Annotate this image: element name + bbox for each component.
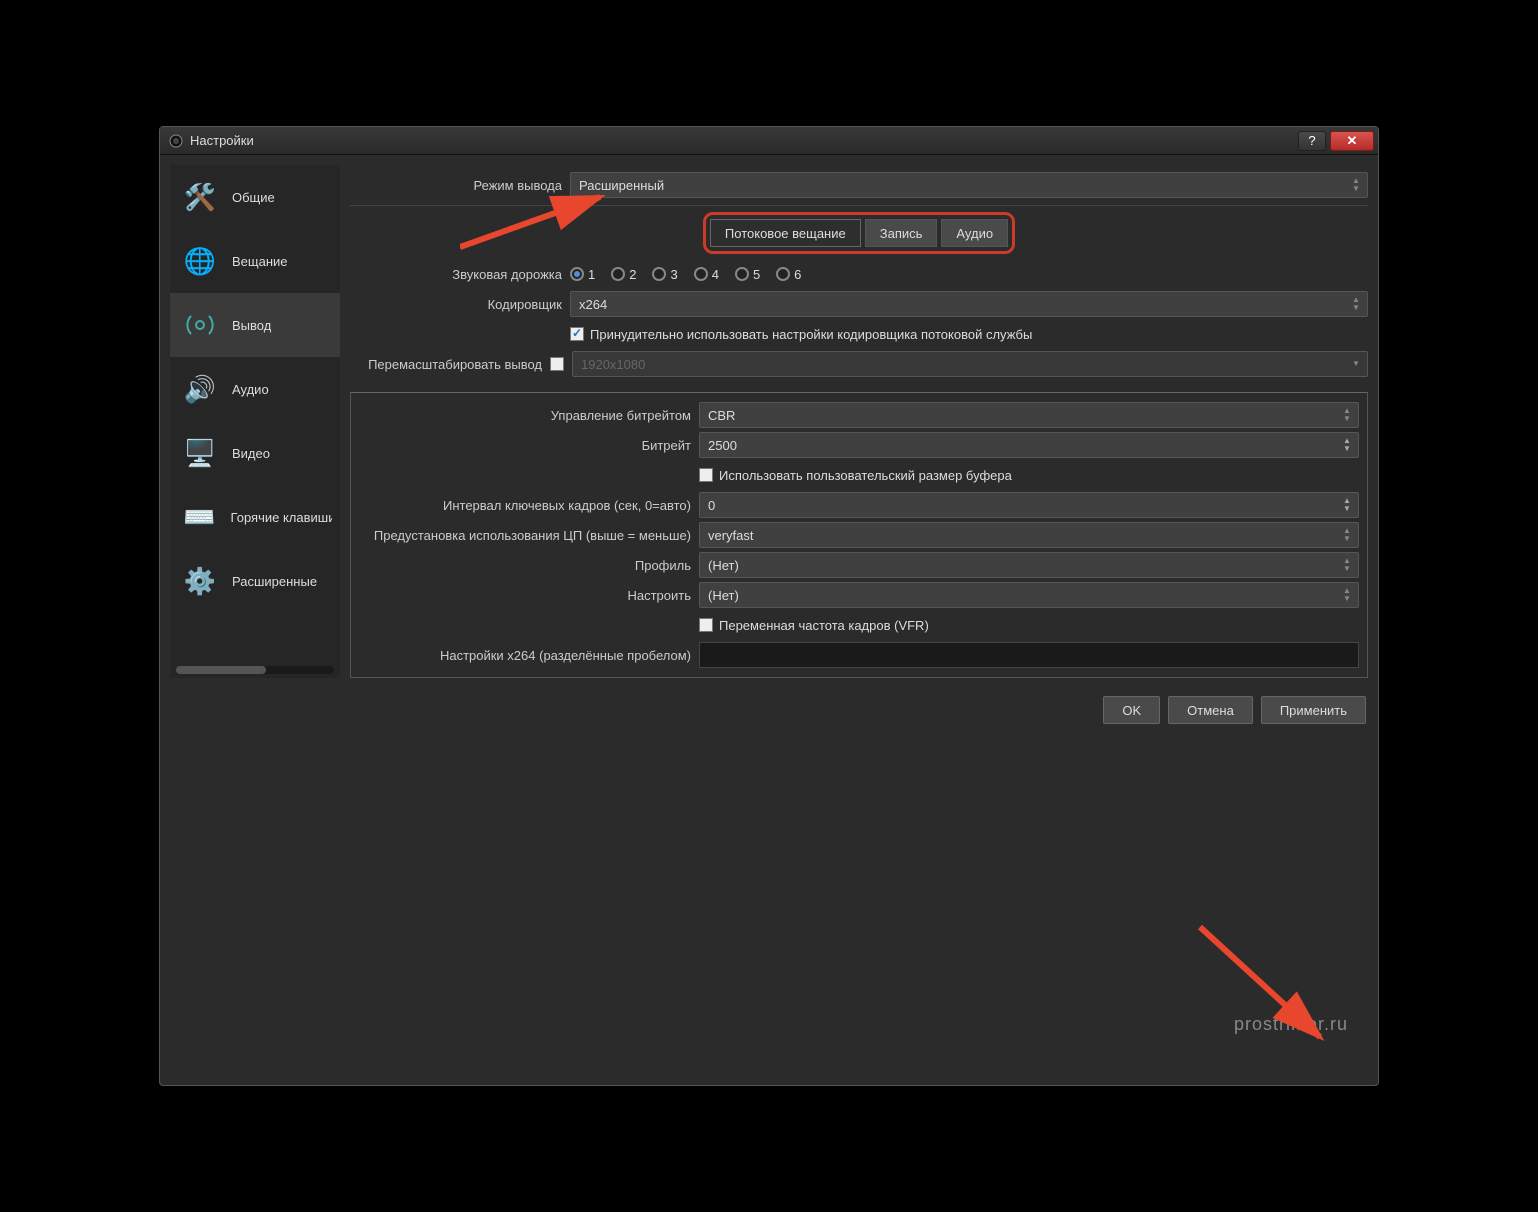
custom-buffer-label: Использовать пользовательский размер буф… — [719, 468, 1012, 483]
audio-track-label: Звуковая дорожка — [350, 267, 570, 282]
keyframe-label: Интервал ключевых кадров (сек, 0=авто) — [359, 498, 699, 513]
encoder-label: Кодировщик — [350, 297, 570, 312]
sidebar-item-label: Вывод — [232, 318, 271, 333]
speaker-icon: 🔊 — [178, 369, 222, 409]
keyboard-icon: ⌨️ — [178, 497, 221, 537]
settings-icon: 🛠️ — [178, 177, 222, 217]
sidebar-item-label: Расширенные — [232, 574, 317, 589]
vfr-label: Переменная частота кадров (VFR) — [719, 618, 929, 633]
tab-streaming[interactable]: Потоковое вещание — [710, 219, 861, 247]
encoder-value: x264 — [579, 297, 607, 312]
sidebar-item-label: Горячие клавиши — [231, 510, 332, 525]
rate-control-label: Управление битрейтом — [359, 408, 699, 423]
divider — [350, 205, 1368, 206]
track-4-radio[interactable]: 4 — [694, 267, 719, 282]
sidebar-item-output[interactable]: Вывод — [170, 293, 340, 357]
chevron-updown-icon: ▲▼ — [1340, 585, 1354, 605]
cogs-icon: ⚙️ — [178, 561, 222, 601]
sidebar: 🛠️ Общие 🌐 Вещание Вывод 🔊 Аудио 🖥️ Виде… — [170, 165, 340, 678]
track-2-radio[interactable]: 2 — [611, 267, 636, 282]
monitor-icon: 🖥️ — [178, 433, 222, 473]
profile-value: (Нет) — [708, 558, 739, 573]
cpu-preset-label: Предустановка использования ЦП (выше = м… — [359, 528, 699, 543]
track-3-radio[interactable]: 3 — [652, 267, 677, 282]
app-icon — [168, 133, 184, 149]
vfr-checkbox[interactable] — [699, 618, 713, 632]
spinner-icon[interactable]: ▲▼ — [1340, 495, 1354, 515]
tune-value: (Нет) — [708, 588, 739, 603]
bitrate-value: 2500 — [708, 438, 737, 453]
bitrate-input[interactable]: 2500 ▲▼ — [699, 432, 1359, 458]
enforce-checkbox[interactable] — [570, 327, 584, 341]
output-mode-select[interactable]: Расширенный ▲▼ — [570, 172, 1368, 198]
tab-label: Аудио — [956, 226, 993, 241]
ok-button[interactable]: OK — [1103, 696, 1160, 724]
cpu-preset-select[interactable]: veryfast ▲▼ — [699, 522, 1359, 548]
rescale-label: Перемасштабировать вывод — [350, 357, 550, 372]
sidebar-item-advanced[interactable]: ⚙️ Расширенные — [170, 549, 340, 613]
tab-label: Потоковое вещание — [725, 226, 846, 241]
tabs-annotation-frame: Потоковое вещание Запись Аудио — [703, 212, 1015, 254]
tab-audio[interactable]: Аудио — [941, 219, 1008, 247]
encoder-select[interactable]: x264 ▲▼ — [570, 291, 1368, 317]
broadcast-icon — [178, 305, 222, 345]
chevron-down-icon: ▼ — [1349, 354, 1363, 374]
apply-button[interactable]: Применить — [1261, 696, 1366, 724]
window-title: Настройки — [190, 133, 254, 148]
sidebar-scrollbar[interactable] — [176, 666, 334, 674]
sidebar-item-hotkeys[interactable]: ⌨️ Горячие клавиши — [170, 485, 340, 549]
keyframe-value: 0 — [708, 498, 715, 513]
sidebar-item-general[interactable]: 🛠️ Общие — [170, 165, 340, 229]
profile-select[interactable]: (Нет) ▲▼ — [699, 552, 1359, 578]
cancel-button[interactable]: Отмена — [1168, 696, 1253, 724]
cpu-preset-value: veryfast — [708, 528, 754, 543]
chevron-updown-icon: ▲▼ — [1340, 405, 1354, 425]
x264opts-label: Настройки x264 (разделённые пробелом) — [359, 648, 699, 663]
titlebar: Настройки ? ✕ — [160, 127, 1378, 155]
sidebar-item-video[interactable]: 🖥️ Видео — [170, 421, 340, 485]
output-mode-label: Режим вывода — [350, 178, 570, 193]
rate-control-value: CBR — [708, 408, 735, 423]
chevron-updown-icon: ▲▼ — [1340, 525, 1354, 545]
tab-label: Запись — [880, 226, 923, 241]
track-5-radio[interactable]: 5 — [735, 267, 760, 282]
enforce-label: Принудительно использовать настройки код… — [590, 327, 1032, 342]
x264opts-input[interactable] — [699, 642, 1359, 668]
profile-label: Профиль — [359, 558, 699, 573]
bitrate-label: Битрейт — [359, 438, 699, 453]
rescale-checkbox[interactable] — [550, 357, 564, 371]
rescale-select: 1920x1080 ▼ — [572, 351, 1368, 377]
sidebar-item-label: Вещание — [232, 254, 288, 269]
chevron-updown-icon: ▲▼ — [1349, 294, 1363, 314]
tab-recording[interactable]: Запись — [865, 219, 938, 247]
globe-icon: 🌐 — [178, 241, 222, 281]
keyframe-input[interactable]: 0 ▲▼ — [699, 492, 1359, 518]
help-button[interactable]: ? — [1298, 131, 1326, 151]
sidebar-item-audio[interactable]: 🔊 Аудио — [170, 357, 340, 421]
rate-control-select[interactable]: CBR ▲▼ — [699, 402, 1359, 428]
sidebar-item-label: Аудио — [232, 382, 269, 397]
tune-select[interactable]: (Нет) ▲▼ — [699, 582, 1359, 608]
audio-track-group: 1 2 3 4 5 6 — [570, 267, 811, 282]
track-6-radio[interactable]: 6 — [776, 267, 801, 282]
custom-buffer-checkbox[interactable] — [699, 468, 713, 482]
annotation-arrow-icon — [1190, 917, 1350, 1057]
close-button[interactable]: ✕ — [1330, 131, 1374, 151]
dialog-footer: OK Отмена Применить — [160, 688, 1378, 732]
tune-label: Настроить — [359, 588, 699, 603]
main-panel: Режим вывода Расширенный ▲▼ Потоковое ве… — [350, 165, 1368, 678]
output-mode-value: Расширенный — [579, 178, 664, 193]
sidebar-item-label: Общие — [232, 190, 275, 205]
rescale-placeholder: 1920x1080 — [581, 357, 645, 372]
watermark-text: prostrimer.ru — [1234, 1014, 1348, 1035]
track-1-radio[interactable]: 1 — [570, 267, 595, 282]
chevron-updown-icon: ▲▼ — [1340, 555, 1354, 575]
sidebar-item-stream[interactable]: 🌐 Вещание — [170, 229, 340, 293]
spinner-icon[interactable]: ▲▼ — [1340, 435, 1354, 455]
sidebar-item-label: Видео — [232, 446, 270, 461]
chevron-updown-icon: ▲▼ — [1349, 175, 1363, 195]
encoder-settings-panel: Управление битрейтом CBR ▲▼ Битрейт 2500… — [350, 392, 1368, 678]
